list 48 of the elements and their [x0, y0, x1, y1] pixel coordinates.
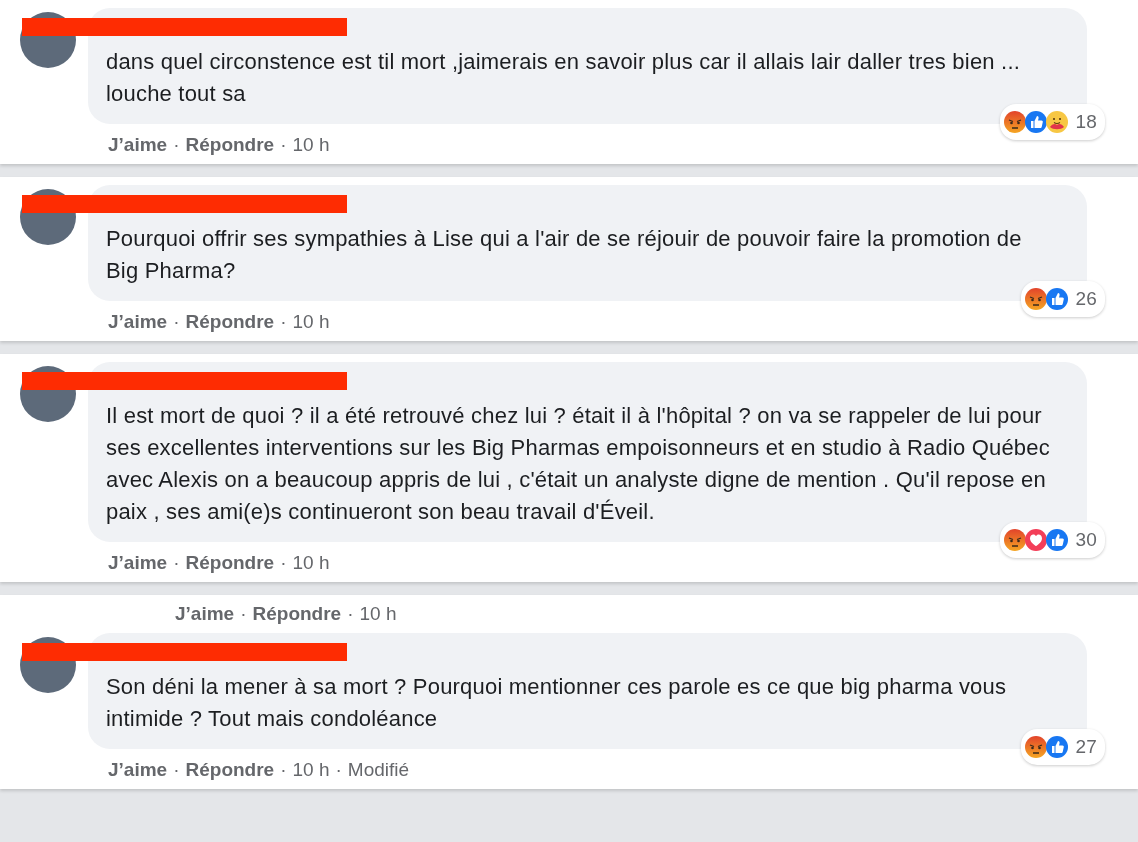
thumbs-up-icon: [1045, 735, 1070, 759]
separator-dot: ·: [173, 759, 180, 781]
reply-link[interactable]: Répondre: [252, 603, 342, 625]
separator-dot: ·: [280, 759, 287, 781]
hugging-face-icon: [1045, 110, 1070, 134]
comment-text: dans quel circonstence est til mort ,jaimerais en savoir plus car il allais lair daller tres bien ... louche tout sa: [106, 49, 1020, 106]
reaction-count: 26: [1075, 287, 1097, 311]
separator-dot: ·: [240, 603, 247, 625]
separator-dot: ·: [280, 311, 287, 333]
reaction-badge[interactable]: 27: [1021, 729, 1105, 765]
angry-face-icon: [1024, 287, 1049, 311]
like-link[interactable]: J’aime: [108, 134, 168, 156]
reaction-count: 18: [1075, 110, 1097, 134]
reaction-count: 30: [1075, 528, 1097, 552]
separator-dot: ·: [173, 552, 180, 574]
comment-text: Son déni la mener à sa mort ? Pourquoi mentionner ces parole es ce que big pharma vous intimide ? Tout mais condoléance: [106, 674, 1007, 731]
angry-face-icon: [1003, 110, 1028, 134]
like-link[interactable]: J’aime: [108, 759, 168, 781]
like-link[interactable]: J’aime: [108, 552, 168, 574]
comment-text: Pourquoi offrir ses sympathies à Lise qui a l'air de se réjouir de pouvoir faire la promotion de Big Pharma?: [106, 226, 1022, 283]
like-link[interactable]: J’aime: [175, 603, 235, 625]
separator-dot: ·: [347, 603, 354, 625]
reply-link[interactable]: Répondre: [185, 759, 275, 781]
reaction-count: 27: [1075, 735, 1097, 759]
timestamp: 10 h: [292, 552, 330, 574]
angry-face-icon: [1003, 528, 1028, 552]
reaction-badge[interactable]: 18: [1000, 104, 1105, 140]
separator-dot: ·: [335, 759, 342, 781]
thumbs-up-icon: [1045, 287, 1070, 311]
timestamp: 10 h: [359, 603, 397, 625]
thumbs-up-icon: [1045, 528, 1070, 552]
reaction-badge[interactable]: 30: [1000, 522, 1105, 558]
thumbs-up-icon: [1024, 110, 1049, 134]
reply-link[interactable]: Répondre: [185, 552, 275, 574]
separator-dot: ·: [173, 311, 180, 333]
timestamp: 10 h: [292, 759, 330, 781]
separator-dot: ·: [280, 134, 287, 156]
timestamp: 10 h: [292, 311, 330, 333]
like-link[interactable]: J’aime: [108, 311, 168, 333]
angry-face-icon: [1024, 735, 1049, 759]
comment-text: Il est mort de quoi ? il a été retrouvé chez lui ? était il à l'hôpital ? on va se rappeler de lui pour ses excellentes interventions sur les Big Pharmas empoisonneurs et en studio à Radio Québec avec Alexis on a beaucoup appris de lui , c'était un analyste digne de mention . Qu'il repose en paix , ses ami(e)s continueront son beau travail d'Éveil.: [106, 403, 1050, 524]
separator-dot: ·: [173, 134, 180, 156]
reaction-badge[interactable]: 26: [1021, 281, 1105, 317]
reply-link[interactable]: Répondre: [185, 311, 275, 333]
reply-link[interactable]: Répondre: [185, 134, 275, 156]
timestamp: 10 h: [292, 134, 330, 156]
separator-dot: ·: [280, 552, 287, 574]
edited-label: Modifié: [347, 759, 410, 781]
